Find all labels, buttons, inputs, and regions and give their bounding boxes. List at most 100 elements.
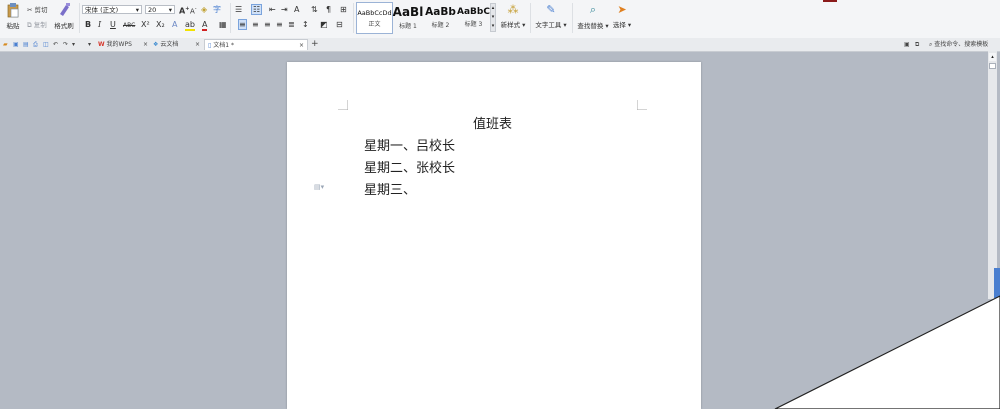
search-icon: ⌕: [929, 41, 933, 48]
distribute-icon[interactable]: ≣: [288, 20, 295, 29]
search-box[interactable]: ⌕ 查找命令、搜索模板: [929, 39, 988, 50]
align-right-icon[interactable]: ≡: [264, 20, 271, 29]
tab-list-dropdown-icon[interactable]: ▾: [88, 39, 91, 50]
new-style-icon: ⁂: [507, 3, 519, 16]
justify-icon[interactable]: ≡: [276, 20, 283, 29]
font-color-button[interactable]: A: [202, 20, 208, 31]
tab-my-wps[interactable]: W 我的WPS: [98, 39, 132, 50]
text-tools-button[interactable]: ✎ 文字工具 ▾: [535, 3, 567, 29]
collapse-ribbon-icon[interactable]: ⧉: [915, 39, 919, 50]
magnifier-icon: ⌕: [589, 3, 597, 16]
increase-indent-icon[interactable]: ⇥: [281, 5, 288, 14]
subscript-button[interactable]: X₂: [156, 20, 165, 29]
paste-label: 粘贴: [6, 22, 20, 30]
style-heading-3[interactable]: AaBbC 标题 3: [457, 2, 490, 32]
cut-button[interactable]: ✂ 剪切: [27, 4, 48, 14]
document-line[interactable]: 星期一、吕校长: [364, 135, 455, 154]
paragraph-handle-icon[interactable]: ▤▾: [314, 183, 324, 191]
select-button[interactable]: ➤ 选择 ▾: [611, 3, 633, 29]
sort-icon[interactable]: ⇅: [311, 5, 318, 14]
align-center-icon[interactable]: ≡: [252, 20, 259, 29]
document-page[interactable]: 值班表 星期一、吕校长 星期二、张校长 星期三、 ▤▾: [287, 62, 701, 409]
decrease-indent-icon[interactable]: ⇤: [269, 5, 276, 14]
style-name: 标题 3: [464, 21, 483, 28]
divider: [230, 3, 231, 33]
borders-icon[interactable]: ⊟: [336, 20, 343, 29]
italic-button[interactable]: I: [98, 20, 101, 29]
side-panel-tab[interactable]: [994, 268, 1000, 298]
tab-close-icon[interactable]: ×: [195, 39, 200, 50]
superscript-button[interactable]: X²: [141, 20, 150, 29]
find-replace-label: 查找替换 ▾: [577, 22, 609, 30]
cursor-icon: ➤: [617, 3, 627, 16]
numbering-icon[interactable]: ☷: [251, 4, 263, 15]
phonetic-guide-icon[interactable]: 字: [213, 5, 221, 14]
save-icon[interactable]: ▣: [13, 39, 19, 50]
highlight-button[interactable]: ab: [185, 20, 195, 31]
char-shading-icon[interactable]: ▦: [219, 20, 227, 29]
undo-icon[interactable]: ↶: [53, 39, 58, 50]
divider: [79, 3, 80, 33]
shading-icon[interactable]: ◩: [320, 20, 328, 29]
tab-label: 云文档: [160, 41, 179, 48]
align-left-icon[interactable]: ≡: [238, 19, 247, 30]
style-sample: AaBbCcDd: [357, 9, 392, 17]
clear-format-icon[interactable]: ◈: [201, 5, 207, 14]
print-preview-icon[interactable]: ◫: [43, 39, 49, 50]
new-style-label: 新样式 ▾: [500, 21, 526, 29]
new-style-button[interactable]: ⁂ 新样式 ▾: [500, 3, 526, 29]
document-icon: ▯: [208, 42, 212, 49]
bullets-icon[interactable]: ☰: [235, 5, 242, 14]
document-tab-bar: ▰ ▣ ▤ ⎙ ◫ ↶ ↷ ▾ ▾ W 我的WPS × ❖ 云文档 × ▯ 文档…: [0, 38, 1000, 52]
style-name: 标题 2: [431, 22, 450, 29]
tab-close-icon[interactable]: ×: [299, 40, 304, 51]
style-normal[interactable]: AaBbCcDd 正文: [356, 2, 393, 34]
style-name: 标题 1: [399, 23, 417, 30]
document-title[interactable]: 值班表: [473, 113, 512, 132]
window-edge: [823, 0, 837, 2]
highlighter-icon: ab: [185, 20, 195, 31]
bold-button[interactable]: B: [85, 20, 91, 29]
styles-scroll[interactable]: ▴ ▾ ▾: [490, 3, 496, 32]
chinese-layout-icon[interactable]: A: [294, 5, 299, 14]
grow-font-button[interactable]: A+: [179, 5, 189, 16]
table-borders-icon[interactable]: ⊞: [340, 5, 347, 14]
crop-mark: [338, 100, 348, 110]
redo-icon[interactable]: ↷: [63, 39, 68, 50]
find-replace-button[interactable]: ⌕ 查找替换 ▾: [576, 3, 610, 30]
underline-button[interactable]: U: [110, 20, 116, 29]
font-name-combo[interactable]: 宋体 (正文) ▾: [82, 5, 142, 14]
quick-access-dropdown-icon[interactable]: ▾: [72, 39, 75, 50]
tab-close-icon[interactable]: ×: [143, 39, 148, 50]
shrink-font-button[interactable]: A-: [190, 5, 197, 16]
paste-icon: [7, 3, 19, 18]
paste-button[interactable]: 粘贴: [3, 2, 23, 30]
style-heading-1[interactable]: AaBl 标题 1: [392, 2, 424, 32]
vertical-scrollbar[interactable]: ▴: [988, 51, 997, 299]
scroll-thumb[interactable]: [989, 63, 996, 69]
document-line[interactable]: 星期三、: [364, 179, 416, 198]
tab-label: 我的WPS: [106, 41, 132, 48]
style-name: 正文: [368, 21, 381, 28]
line-spacing-icon[interactable]: ↕: [302, 20, 309, 29]
open-icon[interactable]: ▰: [3, 39, 8, 50]
text-effect-icon[interactable]: A: [172, 20, 177, 29]
cut-label: 剪切: [34, 6, 48, 14]
format-painter-button[interactable]: 格式刷: [53, 2, 75, 30]
scroll-up-icon[interactable]: ▴: [989, 53, 996, 61]
new-tab-button[interactable]: +: [311, 39, 319, 50]
strikethrough-button[interactable]: ABC: [123, 21, 135, 30]
tab-document-1[interactable]: ▯ 文档1 * ×: [204, 39, 308, 50]
wps-logo-icon: W: [98, 41, 105, 48]
document-line[interactable]: 星期二、张校长: [364, 157, 455, 176]
text-tools-icon: ✎: [546, 3, 556, 16]
feedback-icon[interactable]: ▣: [904, 39, 910, 50]
show-marks-icon[interactable]: ¶: [326, 5, 331, 14]
export-pdf-icon[interactable]: ▤: [23, 39, 29, 50]
print-icon[interactable]: ⎙: [33, 39, 38, 50]
tab-cloud-docs[interactable]: ❖ 云文档: [153, 39, 178, 50]
copy-button[interactable]: ⧉ 复制: [27, 19, 47, 30]
text-tools-label: 文字工具 ▾: [535, 21, 567, 29]
font-size-combo[interactable]: 20 ▾: [145, 5, 175, 14]
style-heading-2[interactable]: AaBb 标题 2: [424, 2, 457, 32]
